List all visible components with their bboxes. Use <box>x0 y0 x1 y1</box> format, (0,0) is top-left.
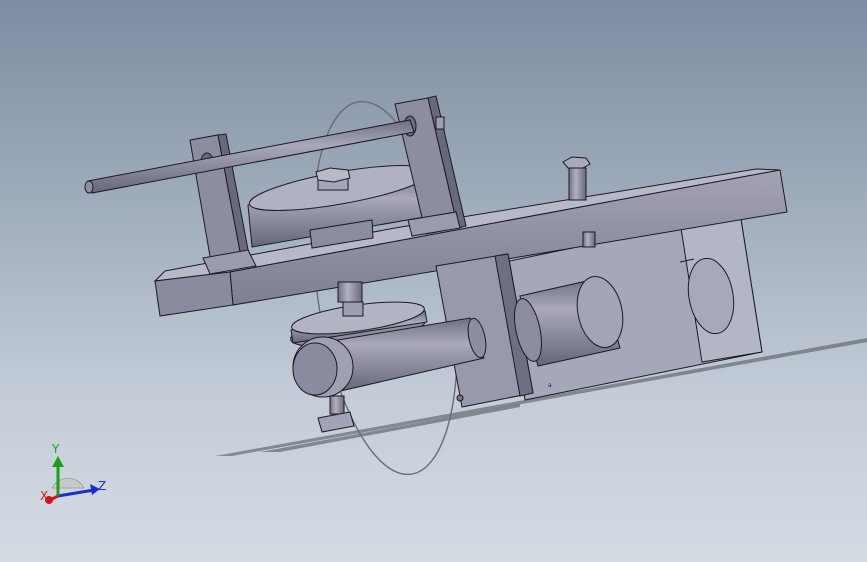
y-axis-head-icon <box>52 456 64 467</box>
svg-text:a: a <box>548 382 552 389</box>
graphics-viewport[interactable]: a Y Z X <box>0 0 867 562</box>
cad-model-scene[interactable]: a <box>0 0 867 562</box>
z-axis-label: Z <box>98 479 106 493</box>
x-axis-label: X <box>40 489 48 503</box>
y-axis-label: Y <box>51 442 60 456</box>
z-axis-arrow <box>57 488 95 498</box>
hex-nut-lower[interactable] <box>317 395 355 433</box>
coordinate-triad: Y Z X <box>40 442 106 504</box>
